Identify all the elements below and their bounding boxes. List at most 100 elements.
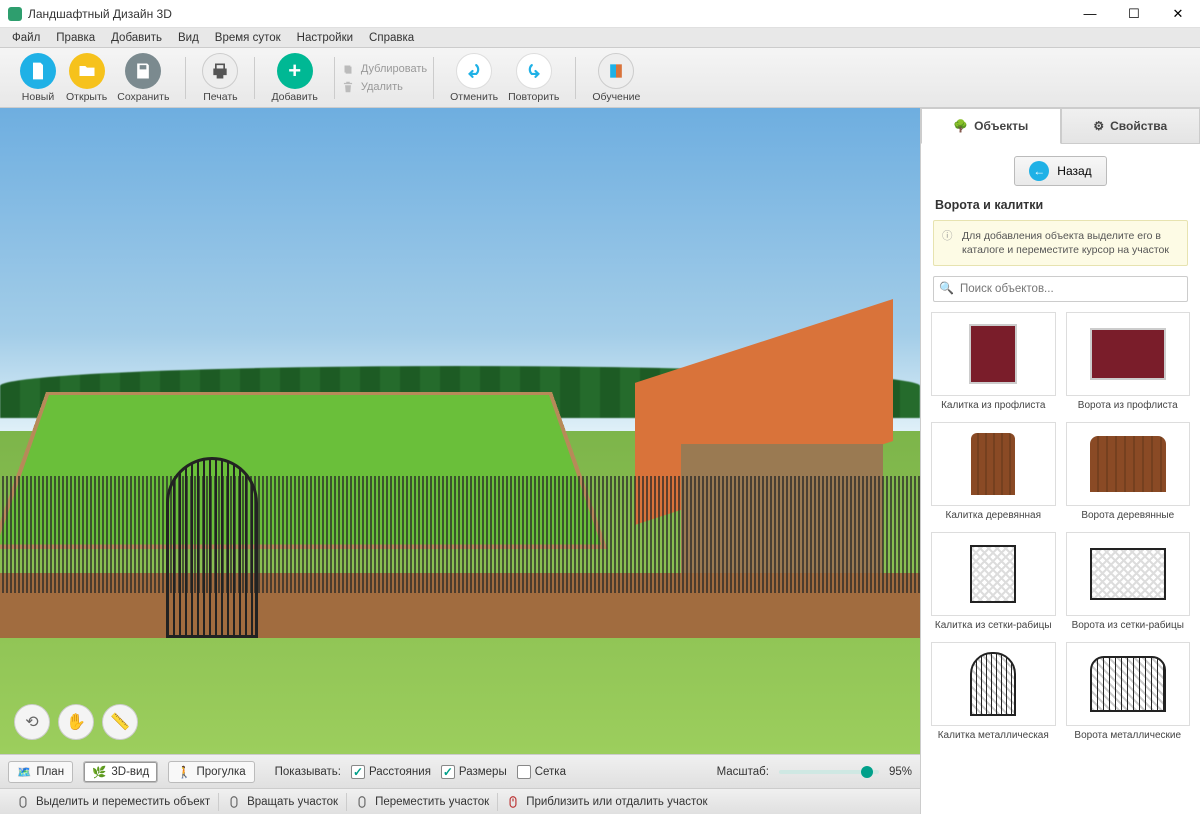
catalog-thumb xyxy=(1066,422,1191,506)
catalog-thumb xyxy=(1066,532,1191,616)
window-controls: — ☐ ✕ xyxy=(1068,0,1200,28)
menu-bar: Файл Правка Добавить Вид Время суток Нас… xyxy=(0,28,1200,48)
pan-tool[interactable]: ✋ xyxy=(58,704,94,740)
catalog-item-2[interactable]: Калитка деревянная xyxy=(931,422,1056,522)
redo-button[interactable]: Повторить xyxy=(508,53,559,103)
printer-icon xyxy=(210,61,230,81)
plan-view-button[interactable]: 🗺️ План xyxy=(8,761,73,783)
help-button[interactable]: Обучение xyxy=(592,53,640,103)
catalog-caption: Ворота металлические xyxy=(1066,730,1191,742)
catalog-item-6[interactable]: Калитка металлическая xyxy=(931,642,1056,742)
catalog-thumb xyxy=(931,422,1056,506)
zoom-slider[interactable] xyxy=(779,770,879,774)
app-title: Ландшафтный Дизайн 3D xyxy=(28,7,1068,21)
scene-fence xyxy=(0,476,920,592)
catalog-thumb xyxy=(1066,312,1191,396)
right-panel: 🌳 Объекты ⚙ Свойства ← Назад Ворота и ка… xyxy=(920,108,1200,814)
catalog-item-1[interactable]: Ворота из профлиста xyxy=(1066,312,1191,412)
catalog-caption: Калитка деревянная xyxy=(931,510,1056,522)
maximize-button[interactable]: ☐ xyxy=(1112,0,1156,28)
hint-box: Для добавления объекта выделите его в ка… xyxy=(933,220,1188,266)
zoom-action[interactable]: Приблизить или отдалить участок xyxy=(498,793,715,811)
orbit-tool[interactable]: ⟲ xyxy=(14,704,50,740)
add-button[interactable]: + Добавить xyxy=(271,53,317,103)
catalog-item-0[interactable]: Калитка из профлиста xyxy=(931,312,1056,412)
rotate-action[interactable]: Вращать участок xyxy=(219,793,347,811)
catalog-caption: Ворота деревянные xyxy=(1066,510,1191,522)
save-button[interactable]: Сохранить xyxy=(117,53,169,103)
minimize-button[interactable]: — xyxy=(1068,0,1112,28)
distances-checkbox[interactable]: Расстояния xyxy=(351,765,431,779)
back-button[interactable]: ← Назад xyxy=(1014,156,1106,186)
mouse-scroll-icon xyxy=(506,795,520,809)
select-action[interactable]: Выделить и переместить объект xyxy=(8,793,219,811)
sizes-checkbox[interactable]: Размеры xyxy=(441,765,507,779)
duplicate-icon xyxy=(341,62,355,76)
viewport-column: ⟲ ✋ 📏 🗺️ План 🌿 3D-вид 🚶 Прогулка Показы… xyxy=(0,108,920,814)
print-button[interactable]: Печать xyxy=(202,53,238,103)
catalog-item-4[interactable]: Калитка из сетки-рабицы xyxy=(931,532,1056,632)
open-button[interactable]: Открыть xyxy=(66,53,107,103)
plus-icon: + xyxy=(288,58,301,84)
catalog-thumb xyxy=(931,642,1056,726)
menu-view[interactable]: Вид xyxy=(170,30,207,46)
catalog-item-7[interactable]: Ворота металлические xyxy=(1066,642,1191,742)
panel-tabs: 🌳 Объекты ⚙ Свойства xyxy=(921,108,1200,144)
save-icon xyxy=(133,61,153,81)
grid-checkbox[interactable]: Сетка xyxy=(517,765,566,779)
catalog[interactable]: Калитка из профлиста Ворота из профлиста К… xyxy=(921,312,1200,814)
search-input[interactable] xyxy=(933,276,1188,302)
view-bar: 🗺️ План 🌿 3D-вид 🚶 Прогулка Показывать: … xyxy=(0,754,920,788)
catalog-caption: Калитка из профлиста xyxy=(931,400,1056,412)
catalog-item-5[interactable]: Ворота из сетки-рабицы xyxy=(1066,532,1191,632)
delete-button[interactable]: Удалить xyxy=(341,80,427,94)
catalog-thumb xyxy=(1066,642,1191,726)
book-icon xyxy=(606,61,626,81)
catalog-caption: Калитка из сетки-рабицы xyxy=(931,620,1056,632)
tab-properties[interactable]: ⚙ Свойства xyxy=(1061,108,1200,144)
menu-file[interactable]: Файл xyxy=(4,30,48,46)
menu-settings[interactable]: Настройки xyxy=(289,30,361,46)
arrow-left-icon: ← xyxy=(1029,161,1049,181)
catalog-caption: Ворота из профлиста xyxy=(1066,400,1191,412)
gear-icon: ⚙ xyxy=(1093,119,1104,133)
redo-icon xyxy=(523,60,545,82)
walk-icon: 🚶 xyxy=(177,765,191,779)
catalog-thumb xyxy=(931,532,1056,616)
menu-edit[interactable]: Правка xyxy=(48,30,103,46)
duplicate-button[interactable]: Дублировать xyxy=(341,62,427,76)
walk-view-button[interactable]: 🚶 Прогулка xyxy=(168,761,254,783)
3d-viewport[interactable]: ⟲ ✋ 📏 xyxy=(0,108,920,754)
zoom-value: 95% xyxy=(889,766,912,778)
undo-button[interactable]: Отменить xyxy=(450,53,498,103)
3d-view-button[interactable]: 🌿 3D-вид xyxy=(83,761,158,783)
file-icon xyxy=(28,61,48,81)
catalog-caption: Калитка металлическая xyxy=(931,730,1056,742)
measure-tool[interactable]: 📏 xyxy=(102,704,138,740)
new-button[interactable]: Новый xyxy=(20,53,56,103)
mouse-icon xyxy=(355,795,369,809)
folder-icon xyxy=(77,61,97,81)
catalog-caption: Ворота из сетки-рабицы xyxy=(1066,620,1191,632)
close-button[interactable]: ✕ xyxy=(1156,0,1200,28)
app-icon xyxy=(8,7,22,21)
mouse-icon xyxy=(16,795,30,809)
leaf-icon: 🌿 xyxy=(92,765,106,779)
zoom-label: Масштаб: xyxy=(717,766,769,778)
viewport-tools: ⟲ ✋ 📏 xyxy=(14,704,138,740)
section-title: Ворота и калитки xyxy=(921,198,1200,220)
map-icon: 🗺️ xyxy=(17,765,31,779)
menu-add[interactable]: Добавить xyxy=(103,30,170,46)
toolbar: Новый Открыть Сохранить Печать + Добавит… xyxy=(0,48,1200,108)
mouse-icon xyxy=(227,795,241,809)
catalog-item-3[interactable]: Ворота деревянные xyxy=(1066,422,1191,522)
menu-help[interactable]: Справка xyxy=(361,30,422,46)
action-bar: Выделить и переместить объект Вращать уч… xyxy=(0,788,920,814)
undo-icon xyxy=(463,60,485,82)
tab-objects[interactable]: 🌳 Объекты xyxy=(921,108,1061,144)
move-action[interactable]: Переместить участок xyxy=(347,793,498,811)
menu-time[interactable]: Время суток xyxy=(207,30,289,46)
show-label: Показывать: xyxy=(275,766,341,778)
title-bar: Ландшафтный Дизайн 3D — ☐ ✕ xyxy=(0,0,1200,28)
scene-gate xyxy=(166,457,258,638)
